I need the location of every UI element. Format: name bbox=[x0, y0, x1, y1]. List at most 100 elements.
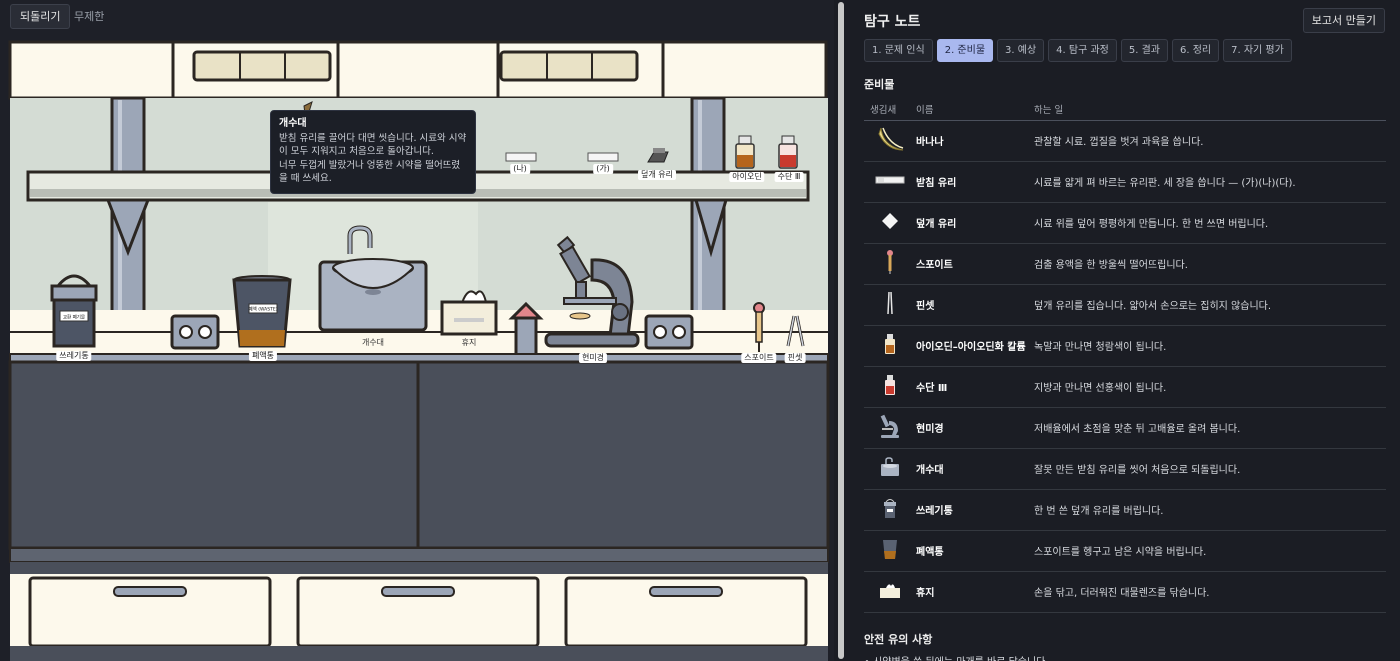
label-tweezers: 핀셋 bbox=[784, 353, 806, 363]
materials-table: 생김새 이름 하는 일 바나나 관찰할 시료. 껍질을 벗겨 과육을 씁니다. … bbox=[864, 98, 1386, 613]
mode-label: 무제한 bbox=[74, 10, 105, 23]
tab-problem[interactable]: 1. 문제 인식 bbox=[864, 39, 933, 62]
sink-tooltip: 개수대 받침 유리를 끌어다 대면 씻습니다. 시료와 시약이 모두 지워지고 … bbox=[270, 110, 476, 194]
label-dropper: 스포이트 bbox=[741, 353, 777, 363]
item-name: 덮개 유리 bbox=[916, 202, 1034, 244]
sink-icon bbox=[881, 457, 899, 476]
label-waste: 폐액통 bbox=[248, 351, 278, 361]
tab-result[interactable]: 5. 결과 bbox=[1120, 39, 1168, 62]
note-panel: 탐구 노트 보고서 만들기 1. 문제 인식 2. 준비물 3. 예상 4. 탐… bbox=[848, 0, 1400, 661]
item-role: 시료를 얇게 펴 바르는 유리판. 세 장을 씁니다 — (가)(나)(다). bbox=[1034, 161, 1386, 203]
item-name: 스포이트 bbox=[916, 243, 1034, 285]
item-name: 폐액통 bbox=[916, 530, 1034, 572]
stand-block bbox=[508, 301, 544, 358]
vent-right bbox=[499, 50, 639, 82]
table-header: 생김새 이름 하는 일 bbox=[864, 98, 1386, 121]
label-iodine: 아이오딘 bbox=[729, 172, 765, 182]
drawer-2[interactable] bbox=[296, 576, 540, 648]
slide-ga[interactable] bbox=[587, 152, 619, 162]
item-role: 검출 용액을 한 방울씩 떨어뜨립니다. bbox=[1034, 243, 1386, 285]
label-sudan: 수단 Ⅲ bbox=[774, 172, 804, 182]
section-title: 준비물 bbox=[864, 78, 895, 91]
item-role: 스포이트를 헹구고 남은 시약을 버립니다. bbox=[1034, 530, 1386, 572]
sudan-bottle[interactable] bbox=[778, 135, 798, 169]
item-name: 수단 Ⅲ bbox=[916, 366, 1034, 408]
drawer-1[interactable] bbox=[28, 576, 272, 648]
tab-materials[interactable]: 2. 준비물 bbox=[936, 39, 994, 62]
vent-left bbox=[192, 50, 332, 82]
col-appearance: 생김새 bbox=[864, 98, 916, 121]
label-cover-glass: 덮개 유리 bbox=[638, 170, 676, 180]
item-role: 손을 닦고, 더러워진 대물렌즈를 닦습니다. bbox=[1034, 571, 1386, 613]
waste-sign-text: 폐액 (WASTE) bbox=[249, 306, 278, 313]
table-row: 휴지 손을 닦고, 더러워진 대물렌즈를 닦습니다. bbox=[864, 571, 1386, 613]
undo-button[interactable]: 되돌리기 bbox=[10, 4, 71, 29]
dropper-icon bbox=[887, 250, 893, 274]
item-name: 아이오딘–아이오딘화 칼륨 bbox=[916, 325, 1034, 367]
table-row: 아이오딘–아이오딘화 칼륨 녹말과 만나면 청람색이 됩니다. bbox=[864, 325, 1386, 367]
lab-pane: 되돌리기 무제한 교환 폐기물 폐액 (WASTE) (나) (가) 덮개 유리… bbox=[0, 0, 834, 661]
table-row: 폐액통 스포이트를 헹구고 남은 시약을 버립니다. bbox=[864, 530, 1386, 572]
col-role: 하는 일 bbox=[1034, 98, 1386, 121]
table-row: 스포이트 검출 용액을 한 방울씩 떨어뜨립니다. bbox=[864, 243, 1386, 285]
label-tissue: 휴지 bbox=[461, 338, 477, 347]
tab-prediction[interactable]: 3. 예상 bbox=[997, 39, 1045, 62]
item-name: 개수대 bbox=[916, 448, 1034, 490]
label-slide-na: (나) bbox=[510, 164, 530, 174]
outlet-left bbox=[170, 314, 220, 350]
item-role: 관찰할 시료. 껍질을 벗겨 과육을 씁니다. bbox=[1034, 120, 1386, 162]
table-row: 바나나 관찰할 시료. 껍질을 벗겨 과육을 씁니다. bbox=[864, 120, 1386, 162]
table-row: 핀셋 덮개 유리를 집습니다. 얇아서 손으로는 집히지 않습니다. bbox=[864, 284, 1386, 326]
item-name: 핀셋 bbox=[916, 284, 1034, 326]
table-row: 덮개 유리 시료 위를 덮어 평평하게 만듭니다. 한 번 쓰면 버립니다. bbox=[864, 202, 1386, 244]
item-role: 저배율에서 초점을 맞춘 뒤 고배율로 올려 봅니다. bbox=[1034, 407, 1386, 449]
item-role: 녹말과 만나면 청람색이 됩니다. bbox=[1034, 325, 1386, 367]
lab-scrollbar[interactable] bbox=[834, 0, 848, 661]
safety-title: 안전 유의 사항 bbox=[864, 633, 933, 646]
trash-sign-text: 교환 폐기물 bbox=[63, 314, 85, 321]
note-title: 탐구 노트 bbox=[864, 14, 921, 30]
item-role: 덮개 유리를 집습니다. 얇아서 손으로는 집히지 않습니다. bbox=[1034, 284, 1386, 326]
trash-icon bbox=[884, 499, 896, 518]
item-role: 한 번 쓴 덮개 유리를 버립니다. bbox=[1034, 489, 1386, 531]
table-row: 개수대 잘못 만든 받침 유리를 씻어 처음으로 되돌립니다. bbox=[864, 448, 1386, 490]
upper-cabinet bbox=[8, 40, 828, 100]
outlet-right bbox=[644, 314, 694, 350]
tweezers-icon bbox=[887, 291, 893, 315]
tooltip-title: 개수대 bbox=[279, 118, 307, 129]
sudan-bottle-icon bbox=[885, 375, 895, 395]
tab-summary[interactable]: 6. 정리 bbox=[1171, 39, 1220, 62]
safety-item: • 시약병을 쓴 뒤에는 마개를 바로 닫습니다. bbox=[864, 653, 1049, 661]
item-name: 휴지 bbox=[916, 571, 1034, 613]
label-sink: 개수대 bbox=[361, 338, 385, 347]
make-report-button[interactable]: 보고서 만들기 bbox=[1302, 8, 1385, 33]
iodine-bottle-icon bbox=[885, 334, 895, 354]
cover-glass-icon bbox=[882, 213, 898, 229]
tab-process[interactable]: 4. 탐구 과정 bbox=[1048, 39, 1117, 62]
tissue-icon bbox=[880, 584, 900, 598]
iodine-bottle[interactable] bbox=[735, 135, 755, 169]
waste-bin[interactable]: 폐액 (WASTE) bbox=[232, 275, 292, 348]
table-row: 수단 Ⅲ 지방과 만나면 선홍색이 됩니다. bbox=[864, 366, 1386, 408]
slide-glass-icon bbox=[875, 176, 905, 184]
banana-icon bbox=[878, 127, 904, 151]
tooltip-line-2: 너무 두껍게 발랐거나 엉뚱한 시약을 떨어뜨렸을 때 쓰세요. bbox=[279, 159, 461, 185]
drawer-3[interactable] bbox=[564, 576, 808, 648]
note-tabs: 1. 문제 인식 2. 준비물 3. 예상 4. 탐구 과정 5. 결과 6. … bbox=[864, 39, 1292, 62]
tooltip-line-1: 받침 유리를 끌어다 대면 씻습니다. 시료와 시약이 모두 지워지고 처음으로… bbox=[279, 132, 467, 158]
item-name: 바나나 bbox=[916, 120, 1034, 162]
scrollbar-thumb[interactable] bbox=[838, 2, 844, 659]
col-name: 이름 bbox=[916, 98, 1034, 121]
item-name: 받침 유리 bbox=[916, 161, 1034, 203]
app-root: 되돌리기 무제한 교환 폐기물 폐액 (WASTE) (나) (가) 덮개 유리… bbox=[0, 0, 1400, 661]
tab-self-eval[interactable]: 7. 자기 평가 bbox=[1223, 39, 1292, 62]
label-microscope: 현미경 bbox=[578, 353, 608, 363]
item-name: 현미경 bbox=[916, 407, 1034, 449]
item-role: 지방과 만나면 선홍색이 됩니다. bbox=[1034, 366, 1386, 408]
trash-can[interactable]: 교환 폐기물 bbox=[50, 274, 98, 348]
item-role: 잘못 만든 받침 유리를 씻어 처음으로 되돌립니다. bbox=[1034, 448, 1386, 490]
table-row: 현미경 저배율에서 초점을 맞춘 뒤 고배율로 올려 봅니다. bbox=[864, 407, 1386, 449]
waste-bin-icon bbox=[883, 540, 897, 559]
label-trash: 쓰레기통 bbox=[56, 351, 92, 361]
slide-na[interactable] bbox=[505, 152, 537, 162]
